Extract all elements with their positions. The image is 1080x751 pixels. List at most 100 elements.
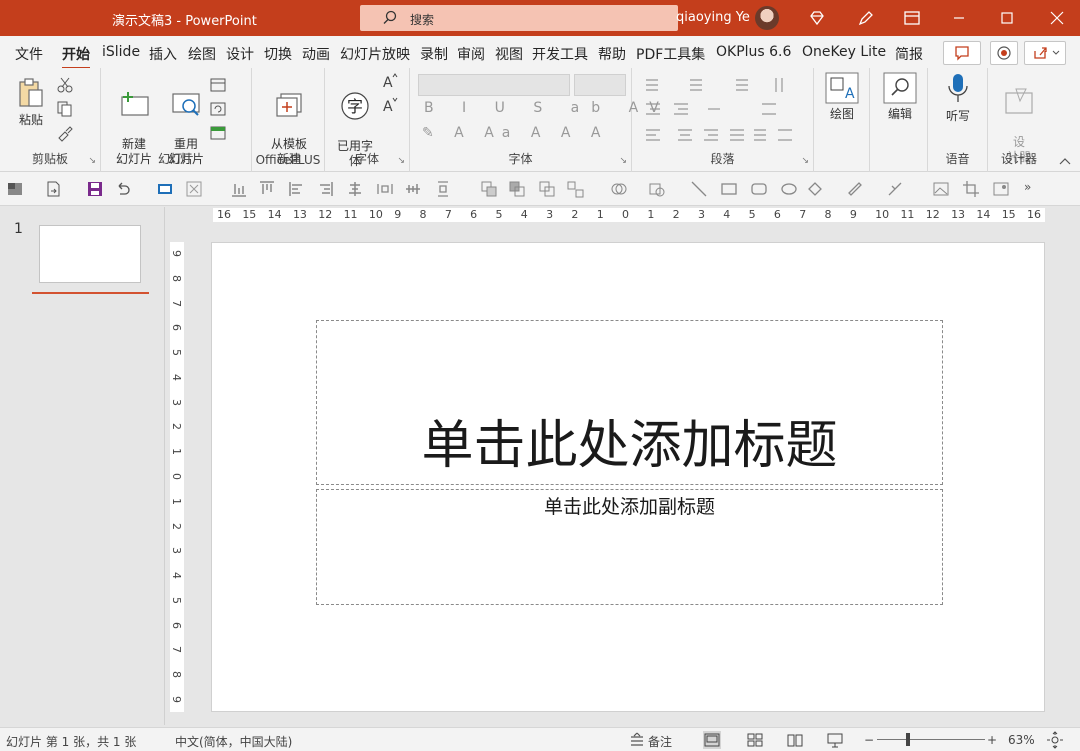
section-icon[interactable] [209,124,227,142]
launcher-icon[interactable]: ↘ [801,156,809,166]
zoom-out-button[interactable]: − [864,733,874,747]
vertical-ruler[interactable]: 9 8 7 6 5 4 3 2 1 0 1 2 3 4 5 6 7 8 9 [170,242,184,712]
save-icon[interactable] [86,180,104,198]
slide-thumbnail[interactable] [39,225,141,283]
picture-icon[interactable] [932,180,950,198]
format-painter-icon[interactable] [56,124,74,142]
tab-pdf-tools[interactable]: PDF工具集 [636,44,705,64]
tab-onekey[interactable]: OneKey Lite [802,44,886,60]
ungroup-icon[interactable] [566,180,584,198]
editing-button[interactable]: 编辑 [880,72,920,122]
avatar[interactable] [755,6,779,30]
tab-home[interactable]: 开始 [62,44,90,70]
launcher-icon[interactable]: ↘ [88,156,96,166]
title-placeholder[interactable]: 单击此处添加标题 [316,320,943,485]
diamond-icon[interactable] [807,8,827,28]
notes-button[interactable]: 备注 [648,733,672,750]
align-left-icon[interactable] [288,180,306,198]
drawing-button[interactable]: A 绘图 [822,72,862,122]
collapse-ribbon-icon[interactable] [1058,156,1072,166]
search-box[interactable]: 搜索 [360,5,678,31]
tab-review[interactable]: 审阅 [457,44,485,64]
horizontal-ruler[interactable]: 16 15 14 13 12 11 10 9 8 7 6 5 4 3 2 1 0 1 2 3 4 5 6 7 8 9 10 11 12 1… [213,208,1045,222]
align-bottom-icon[interactable] [230,180,248,198]
share-button[interactable] [1024,41,1066,65]
send-backward-icon[interactable] [538,180,556,198]
slideshow-icon[interactable] [156,180,174,198]
normal-view-icon[interactable] [703,731,721,749]
zoom-slider-thumb[interactable] [906,733,910,746]
zoom-in-button[interactable]: + [987,733,997,747]
tab-design[interactable]: 设计 [226,44,254,64]
tab-draw[interactable]: 绘图 [188,44,216,64]
reset-icon[interactable] [209,100,227,118]
dictate-button[interactable]: 听写 [938,72,978,124]
distribute-h-icon[interactable] [376,180,394,198]
tab-developer[interactable]: 开发工具 [532,44,588,64]
close-button[interactable] [1034,0,1080,36]
comments-button[interactable] [943,41,981,65]
align-top-icon[interactable] [258,180,276,198]
launcher-icon[interactable]: ↘ [397,156,405,166]
paragraph-tools-icon[interactable] [642,74,806,144]
font-name-dropdown[interactable] [418,74,570,96]
export-icon[interactable] [44,180,62,198]
tab-help[interactable]: 帮助 [598,44,626,64]
line-icon[interactable] [690,180,708,198]
pen-icon[interactable] [856,8,876,28]
distribute-v-icon[interactable] [434,180,452,198]
bring-forward-icon[interactable] [508,180,526,198]
zoom-slider-track[interactable] [877,739,985,740]
launcher-icon[interactable]: ↘ [619,156,627,166]
tab-slideshow[interactable]: 幻灯片放映 [340,44,410,64]
subtitle-placeholder[interactable]: 单击此处添加副标题 [316,489,943,605]
rectangle-icon[interactable] [720,180,738,198]
shape-effects-icon[interactable] [886,180,904,198]
shape-fill-icon[interactable] [806,180,824,198]
shape-outline-icon[interactable] [846,180,864,198]
tab-brief[interactable]: 简报 [895,44,923,64]
notes-icon[interactable] [628,731,646,749]
tab-animations[interactable]: 动画 [302,44,330,64]
edit-shape-icon[interactable] [648,180,666,198]
tab-islide[interactable]: iSlide [102,44,140,60]
shrink-font-icon[interactable]: A [381,96,399,114]
minimize-button[interactable] [936,0,982,36]
close-window-icon[interactable] [185,180,203,198]
cut-icon[interactable] [56,76,74,94]
tab-view[interactable]: 视图 [495,44,523,64]
copy-icon[interactable] [56,100,74,118]
merge-shapes-icon[interactable] [610,180,628,198]
paste-button[interactable]: 粘贴 [12,76,50,128]
grow-font-icon[interactable]: A [381,72,399,90]
more-tools-icon[interactable]: » [1024,180,1031,194]
tab-insert[interactable]: 插入 [149,44,177,64]
tab-record[interactable]: 录制 [420,44,448,64]
record-button[interactable] [990,41,1018,65]
layout-icon[interactable] [209,76,227,94]
undo-icon[interactable] [114,180,132,198]
tab-okplus[interactable]: OKPlus 6.6 [716,44,791,60]
compress-picture-icon[interactable] [992,180,1010,198]
fit-to-window-icon[interactable] [1046,731,1064,749]
distribute-mid-icon[interactable] [404,180,422,198]
maximize-button[interactable] [984,0,1030,36]
crop-icon[interactable] [962,180,980,198]
align-center-icon[interactable] [346,180,364,198]
reading-view-icon[interactable] [786,731,804,749]
slide-canvas[interactable]: 单击此处添加标题 单击此处添加副标题 [211,242,1045,712]
tab-file[interactable]: 文件 [15,44,43,64]
zoom-percent[interactable]: 63% [1008,733,1035,747]
slideshow-view-icon[interactable] [826,731,844,749]
tab-transitions[interactable]: 切换 [264,44,292,64]
font-color-row[interactable]: ✎ A Aa A A A [422,125,608,141]
slide-sorter-icon[interactable] [746,731,764,749]
language-status[interactable]: 中文(简体，中国大陆) [175,733,292,750]
align-right-icon[interactable] [316,180,334,198]
group-objects-icon[interactable] [480,180,498,198]
ribbon-display-icon[interactable] [902,8,922,28]
theme-icon[interactable] [6,180,24,198]
user-name[interactable]: qiaoying Ye [676,10,750,25]
oval-icon[interactable] [780,180,798,198]
rounded-rect-icon[interactable] [750,180,768,198]
